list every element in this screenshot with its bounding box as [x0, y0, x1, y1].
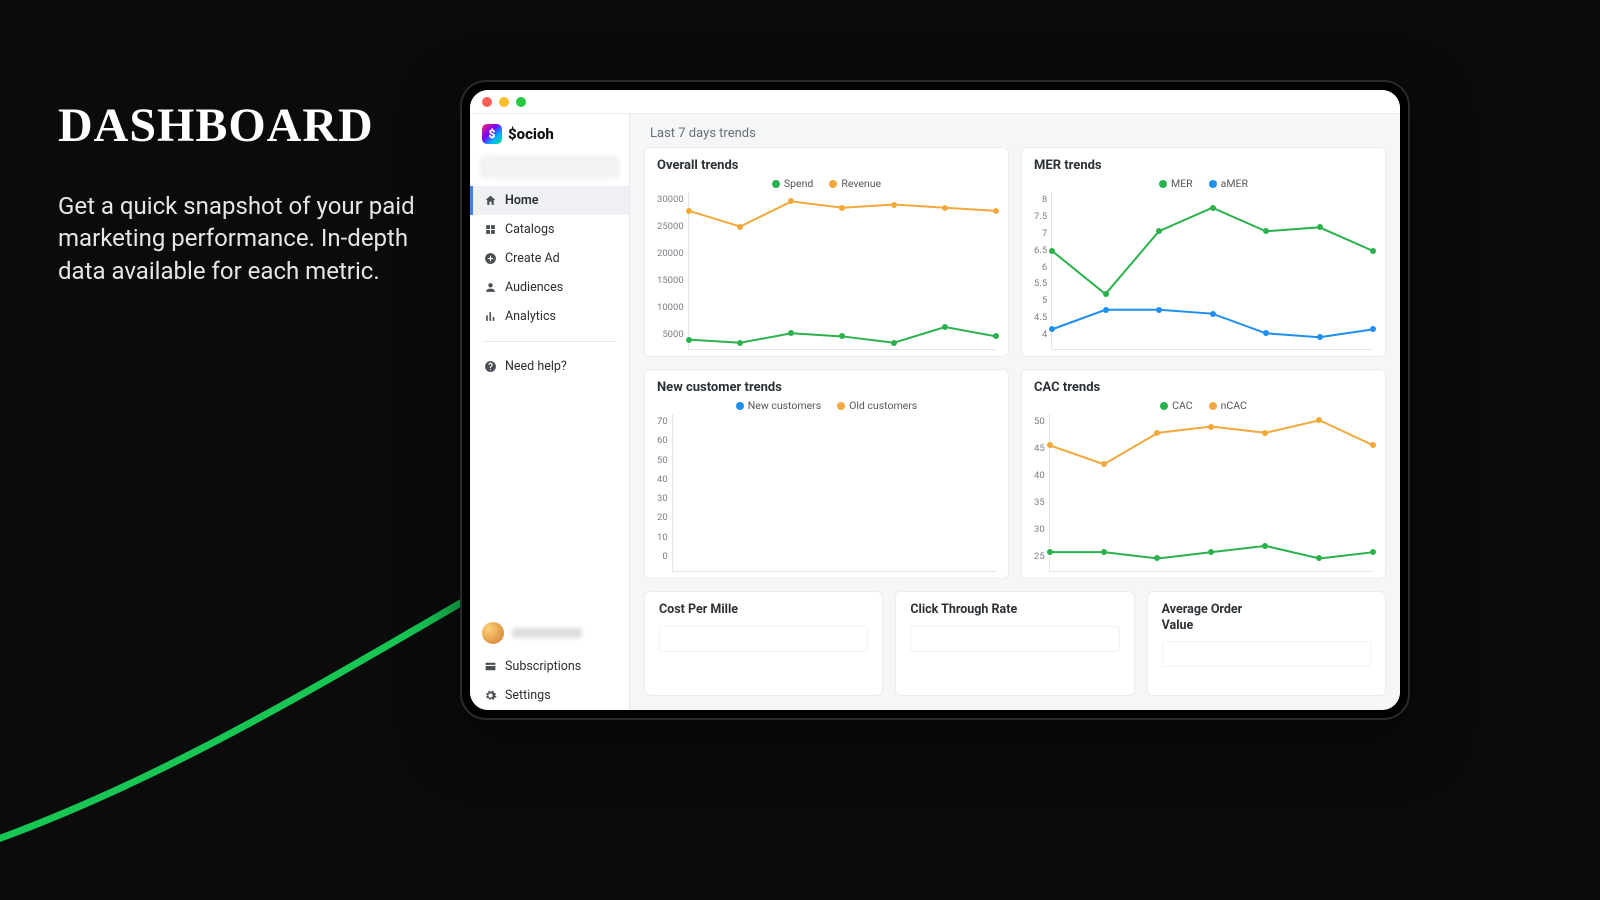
card-cost-per-mille: Cost Per Mille	[644, 591, 883, 696]
sidebar-item-label: Need help?	[505, 359, 567, 374]
card-overall-trends: Overall trends Spend Revenue 30000250002…	[644, 147, 1009, 357]
main-content: Last 7 days trends Overall trends Spend …	[630, 114, 1400, 710]
account-switcher[interactable]	[480, 156, 619, 178]
legend-dot-icon	[1209, 180, 1217, 188]
user-icon	[484, 281, 497, 294]
catalog-icon	[484, 223, 497, 236]
plus-circle-icon	[484, 252, 497, 265]
sidebar-item-create-ad[interactable]: Create Ad	[470, 244, 629, 273]
legend-label: Spend	[784, 177, 813, 190]
card-cac-trends: CAC trends CAC nCAC 504540353025	[1021, 369, 1386, 579]
legend-label: Old customers	[849, 399, 917, 412]
card-new-customer-trends: New customer trends New customers Old cu…	[644, 369, 1009, 579]
legend-dot-icon	[829, 180, 837, 188]
legend-dot-icon	[837, 402, 845, 410]
brand[interactable]: $ $ocioh	[470, 114, 629, 152]
legend-dot-icon	[1209, 402, 1217, 410]
y-axis: 706050403020100	[657, 414, 672, 572]
card-title: Click Through Rate	[910, 602, 1020, 618]
device-frame: $ $ocioh Home Catalogs Create Ad	[460, 80, 1410, 720]
stat-placeholder	[910, 626, 1119, 652]
zoom-dot-icon[interactable]	[516, 97, 526, 107]
legend-dot-icon	[1160, 402, 1168, 410]
sidebar-item-home[interactable]: Home	[470, 186, 629, 215]
sidebar: $ $ocioh Home Catalogs Create Ad	[470, 114, 630, 710]
sidebar-item-label: Analytics	[505, 309, 556, 324]
legend-label: New customers	[748, 399, 821, 412]
sidebar-item-label: Settings	[505, 688, 551, 703]
sidebar-item-analytics[interactable]: Analytics	[470, 302, 629, 331]
sidebar-item-help[interactable]: Need help?	[470, 352, 629, 381]
legend-dot-icon	[1159, 180, 1167, 188]
legend: Spend Revenue	[657, 177, 996, 190]
sidebar-item-subscriptions[interactable]: Subscriptions	[470, 652, 629, 681]
app-screen: $ $ocioh Home Catalogs Create Ad	[470, 90, 1400, 710]
sidebar-item-label: Subscriptions	[505, 659, 581, 674]
sidebar-item-audiences[interactable]: Audiences	[470, 273, 629, 302]
chart-plot	[688, 192, 996, 350]
user-name-placeholder	[512, 628, 582, 638]
legend-label: Revenue	[841, 177, 881, 190]
sidebar-item-label: Catalogs	[505, 222, 554, 237]
card-title: Cost Per Mille	[659, 602, 769, 618]
avatar	[482, 622, 504, 644]
legend-label: MER	[1171, 177, 1193, 190]
card-mer-trends: MER trends MER aMER 87.576.565.554.54	[1021, 147, 1386, 357]
card-title: CAC trends	[1034, 380, 1373, 395]
brand-name: $ocioh	[508, 125, 554, 143]
card-icon	[484, 660, 497, 673]
legend-dot-icon	[772, 180, 780, 188]
brand-logo-icon: $	[482, 124, 502, 144]
card-title: MER trends	[1034, 158, 1373, 173]
window-titlebar	[470, 90, 1400, 114]
chart-plot	[1051, 192, 1373, 350]
legend-label: aMER	[1221, 177, 1248, 190]
user-chip[interactable]	[470, 614, 629, 652]
legend: New customers Old customers	[657, 399, 996, 412]
hero-title: DASHBOARD	[58, 98, 374, 153]
legend-dot-icon	[736, 402, 744, 410]
help-icon	[484, 360, 497, 373]
chart-plot	[672, 414, 996, 572]
chart-plot	[1049, 414, 1373, 572]
stats-row: Cost Per Mille Click Through Rate Averag…	[644, 591, 1386, 696]
home-icon	[484, 194, 497, 207]
y-axis: 504540353025	[1034, 414, 1049, 572]
card-title: New customer trends	[657, 380, 996, 395]
minimize-dot-icon[interactable]	[499, 97, 509, 107]
stat-placeholder	[1162, 641, 1371, 667]
legend: MER aMER	[1034, 177, 1373, 190]
page-subtitle: Last 7 days trends	[630, 114, 1400, 147]
primary-nav: Home Catalogs Create Ad Audiences	[470, 186, 629, 331]
sidebar-item-label: Audiences	[505, 280, 563, 295]
sidebar-item-label: Home	[505, 193, 539, 208]
hero-description: Get a quick snapshot of your paid market…	[58, 190, 418, 287]
card-title: Overall trends	[657, 158, 996, 173]
close-dot-icon[interactable]	[482, 97, 492, 107]
card-title: Average Order Value	[1162, 602, 1272, 633]
legend: CAC nCAC	[1034, 399, 1373, 412]
card-average-order-value: Average Order Value	[1147, 591, 1386, 696]
sidebar-item-settings[interactable]: Settings	[470, 681, 629, 710]
legend-label: nCAC	[1221, 399, 1247, 412]
stat-placeholder	[659, 626, 868, 652]
y-axis: 30000250002000015000100005000	[657, 192, 688, 350]
gear-icon	[484, 689, 497, 702]
legend-label: CAC	[1172, 399, 1192, 412]
bar-chart-icon	[484, 310, 497, 323]
sidebar-item-catalogs[interactable]: Catalogs	[470, 215, 629, 244]
sidebar-item-label: Create Ad	[505, 251, 560, 266]
card-click-through-rate: Click Through Rate	[895, 591, 1134, 696]
